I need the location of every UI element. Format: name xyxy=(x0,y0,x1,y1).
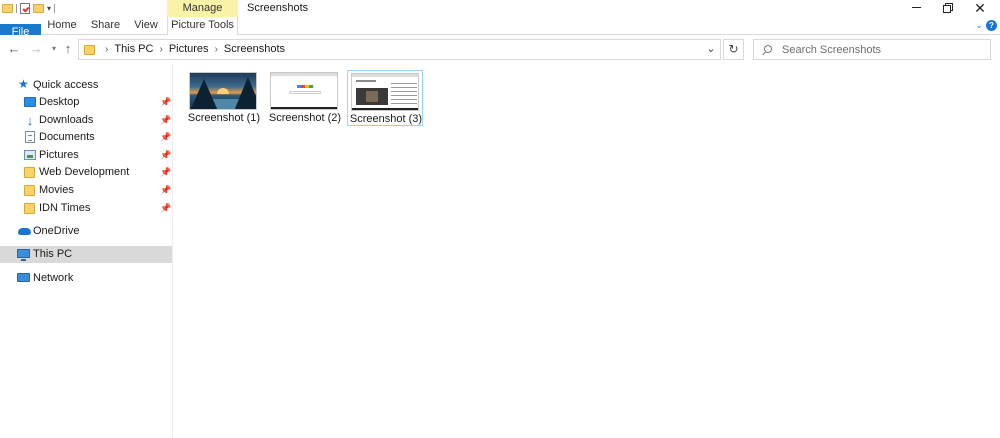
sidebar-item-label: IDN Times xyxy=(39,202,91,214)
downloads-icon: ↓ xyxy=(26,113,34,128)
folder-icon xyxy=(24,185,35,196)
new-folder-icon[interactable] xyxy=(33,4,44,13)
chevron-down-icon[interactable]: ⌄ xyxy=(703,40,719,59)
toolbar-separator xyxy=(54,4,56,13)
quick-access-toolbar: ▾ xyxy=(2,2,56,15)
pin-icon[interactable]: 📌 xyxy=(160,112,171,129)
search-icon xyxy=(764,45,772,53)
tab-share[interactable]: Share xyxy=(87,17,124,35)
search-input[interactable] xyxy=(782,41,982,58)
breadcrumb-separator[interactable]: › xyxy=(209,40,224,59)
customize-toolbar-icon[interactable]: ▾ xyxy=(47,4,51,14)
cloud-icon xyxy=(18,228,31,235)
sidebar-item-label: Pictures xyxy=(39,149,79,161)
search-box[interactable] xyxy=(753,39,991,60)
desktop-icon xyxy=(24,97,36,107)
minimize-button[interactable] xyxy=(900,0,932,17)
breadcrumb-screenshots[interactable]: Screenshots xyxy=(224,40,285,59)
up-arrow-icon[interactable]: ↑ xyxy=(60,41,76,57)
refresh-button[interactable]: ↻ xyxy=(723,39,744,60)
sidebar-item-desktop[interactable]: Desktop 📌 xyxy=(0,94,172,111)
folder-icon xyxy=(24,167,35,178)
star-icon: ★ xyxy=(18,77,29,91)
ribbon-tabs: File Home Share View Picture Tools ⌄ ? xyxy=(0,17,1000,80)
properties-icon[interactable] xyxy=(20,3,30,14)
breadcrumb-separator[interactable]: › xyxy=(99,40,114,59)
file-name: Screenshot (3) xyxy=(349,113,423,125)
google-homepage-thumbnail xyxy=(270,72,338,110)
file-item-selected[interactable]: Screenshot (3) xyxy=(347,70,423,126)
folder-icon xyxy=(24,203,35,214)
restore-button[interactable] xyxy=(932,0,964,17)
pictures-icon xyxy=(24,150,36,160)
sidebar-item-label: OneDrive xyxy=(33,225,80,237)
sidebar-item-downloads[interactable]: ↓ Downloads 📌 xyxy=(0,112,172,129)
pin-icon[interactable]: 📌 xyxy=(160,94,171,111)
file-item[interactable]: Screenshot (1) xyxy=(186,70,262,126)
sidebar-item-network[interactable]: Network xyxy=(0,270,172,287)
sidebar-item-pictures[interactable]: Pictures 📌 xyxy=(0,147,172,164)
folder-icon[interactable] xyxy=(2,4,13,13)
sidebar-item-label: Desktop xyxy=(39,96,80,108)
sidebar-item-label: Web Development xyxy=(39,166,130,178)
pin-icon[interactable]: 📌 xyxy=(160,129,171,146)
sidebar-item-web-development[interactable]: Web Development 📌 xyxy=(0,164,172,181)
expand-ribbon-icon[interactable]: ⌄ xyxy=(972,17,986,35)
back-arrow-icon[interactable]: ← xyxy=(6,41,22,57)
address-bar[interactable]: › This PC › Pictures › Screenshots ⌄ xyxy=(78,39,721,60)
title-bar: ▾ Manage Screenshots ✕ xyxy=(0,0,1000,17)
pin-icon[interactable]: 📌 xyxy=(160,147,171,164)
computer-icon xyxy=(17,249,30,261)
file-name: Screenshot (1) xyxy=(187,112,261,124)
network-icon xyxy=(17,273,30,282)
breadcrumb-separator[interactable]: › xyxy=(153,40,168,59)
tab-view[interactable]: View xyxy=(131,17,161,35)
sidebar-item-documents[interactable]: Documents 📌 xyxy=(0,129,172,146)
sidebar-item-label: Documents xyxy=(39,131,95,143)
folder-icon xyxy=(84,45,95,55)
pin-icon[interactable]: 📌 xyxy=(160,200,171,217)
sidebar-item-label: Downloads xyxy=(39,114,94,126)
browser-video-thumbnail xyxy=(351,73,419,111)
file-name: Screenshot (2) xyxy=(268,112,342,124)
sidebar-item-movies[interactable]: Movies 📌 xyxy=(0,182,172,199)
close-button[interactable]: ✕ xyxy=(964,0,996,17)
sidebar-item-idn-times[interactable]: IDN Times 📌 xyxy=(0,200,172,217)
forward-arrow-icon[interactable]: → xyxy=(28,41,44,57)
sidebar-item-this-pc[interactable]: This PC xyxy=(0,246,172,263)
breadcrumb-pictures[interactable]: Pictures xyxy=(169,40,209,59)
window-title: Screenshots xyxy=(247,2,309,14)
pin-icon[interactable]: 📌 xyxy=(160,164,171,181)
sidebar-item-label: Movies xyxy=(39,184,74,196)
sidebar-item-onedrive[interactable]: OneDrive xyxy=(0,223,172,240)
sidebar-item-label: Network xyxy=(33,272,74,284)
tab-home[interactable]: Home xyxy=(43,17,81,35)
landscape-thumbnail xyxy=(189,72,257,110)
breadcrumb: › This PC › Pictures › Screenshots xyxy=(99,40,285,59)
navigation-bar: ← → ▾ ↑ › This PC › Pictures › Screensho… xyxy=(0,35,1000,63)
sidebar-item-quick-access[interactable]: ★ Quick access xyxy=(0,77,172,94)
documents-icon xyxy=(25,131,35,143)
file-list[interactable]: Screenshot (1) Screenshot (2) Screenshot… xyxy=(174,63,1000,438)
navigation-pane: ★ Quick access Desktop 📌 ↓ Downloads 📌 D… xyxy=(0,63,173,438)
breadcrumb-this-pc[interactable]: This PC xyxy=(114,40,153,59)
pin-icon[interactable]: 📌 xyxy=(160,182,171,199)
sidebar-item-label: This PC xyxy=(33,248,73,260)
toolbar-separator xyxy=(16,4,17,13)
sidebar-item-label: Quick access xyxy=(33,79,99,91)
tab-manage[interactable]: Manage xyxy=(167,0,238,17)
file-item[interactable]: Screenshot (2) xyxy=(267,70,343,126)
help-icon[interactable]: ? xyxy=(986,20,997,31)
tab-picture-tools[interactable]: Picture Tools xyxy=(167,17,238,35)
